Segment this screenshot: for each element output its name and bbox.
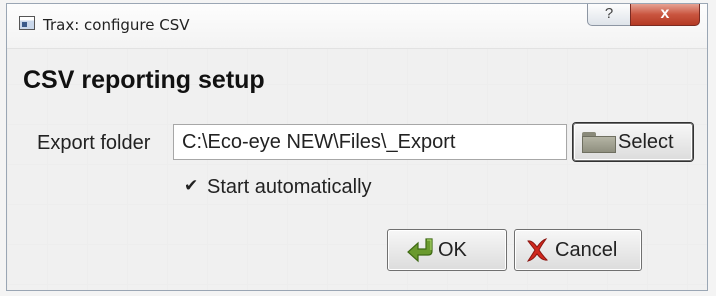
export-folder-input[interactable] [173,124,567,160]
page-title: CSV reporting setup [23,66,265,94]
close-button[interactable]: x [630,4,700,26]
start-automatically-checkbox-row[interactable]: Start automatically [183,176,372,199]
export-folder-label: Export folder [37,132,151,154]
start-automatically-checkbox[interactable] [183,176,199,196]
help-button[interactable]: ? [587,4,631,26]
cancel-button[interactable]: Cancel [514,229,642,271]
select-folder-button[interactable]: Select [573,123,693,161]
green-arrow-icon [407,238,433,263]
start-automatically-label: Start automatically [207,176,372,198]
folder-icon [582,131,616,153]
red-x-icon [526,238,549,262]
dialog-window: Trax: configure CSV ? x CSV reporting se… [6,3,708,291]
window-title: Trax: configure CSV [43,16,190,34]
ok-button[interactable]: OK [387,229,507,271]
cancel-button-label: Cancel [555,238,618,261]
select-button-label: Select [618,130,674,153]
title-bar[interactable]: Trax: configure CSV ? x [7,4,707,49]
app-window-icon [19,16,35,30]
ok-button-label: OK [438,238,467,261]
